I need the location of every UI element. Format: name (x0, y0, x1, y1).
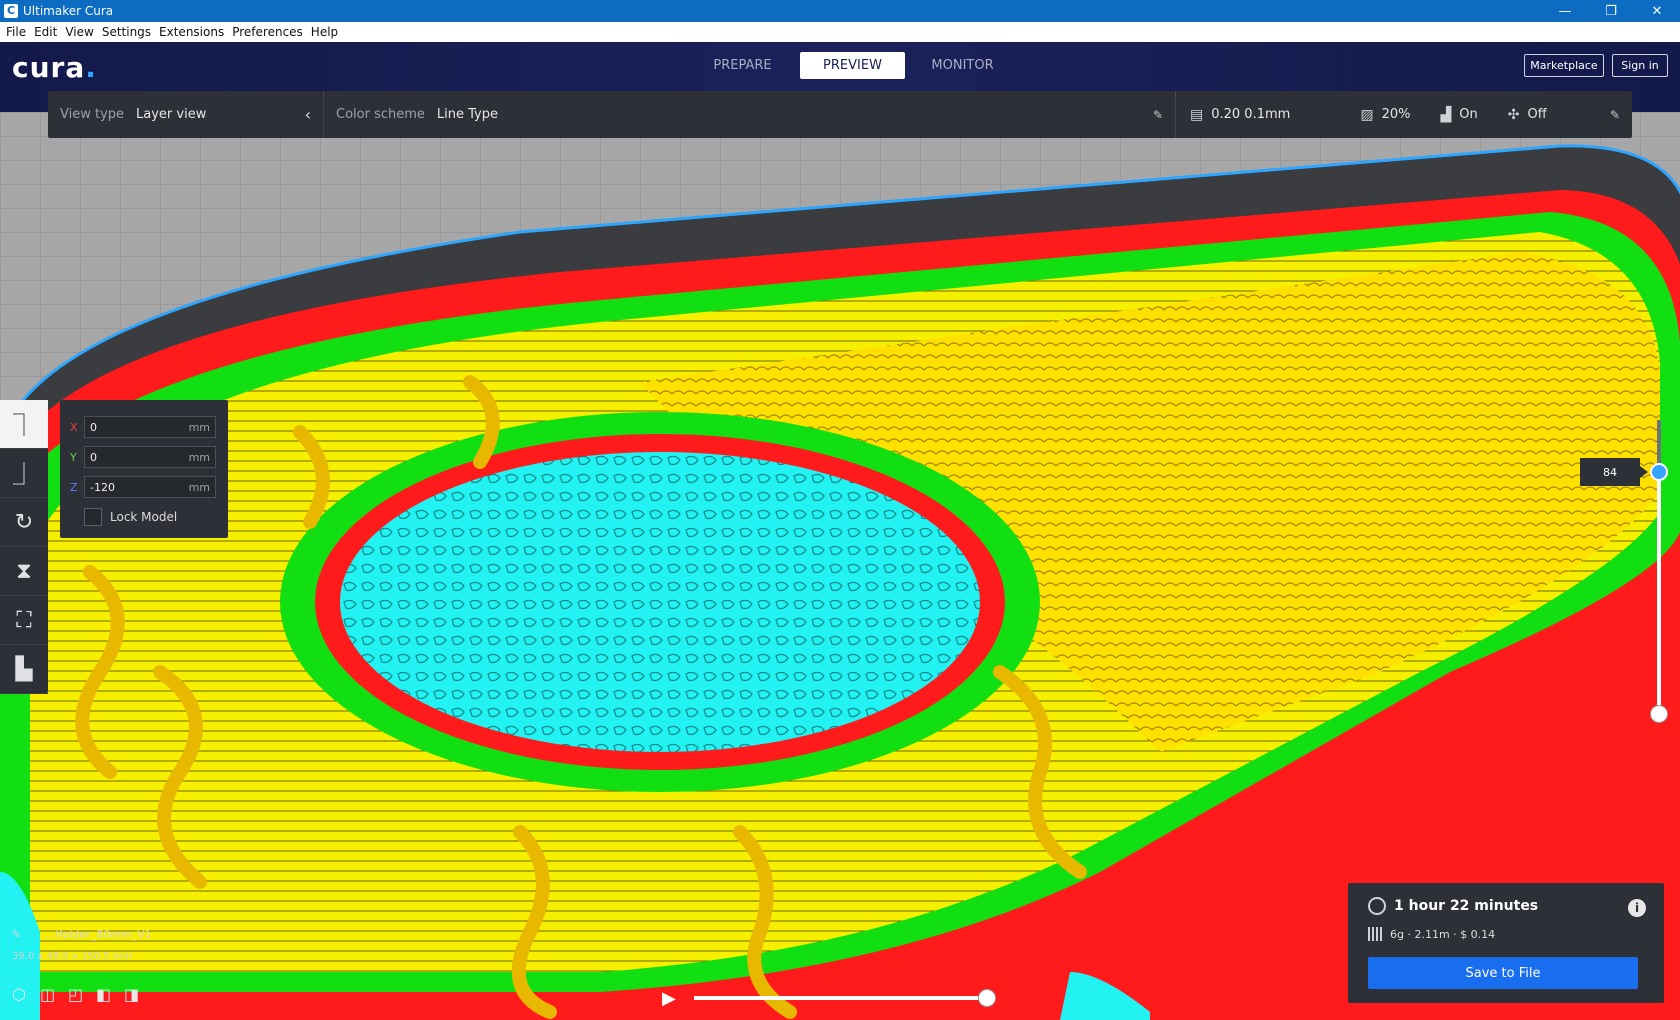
left-view-icon[interactable]: ◧ (96, 985, 124, 1004)
object-dimensions: 39.0 x 48.0 x 150.5 mm (12, 951, 133, 962)
edit-pencil-icon: ✎ (1152, 107, 1163, 122)
y-axis-label: Y (70, 450, 77, 464)
window-title: Ultimaker Cura (23, 4, 114, 18)
adhesion-setting: ✣ Off (1508, 107, 1547, 123)
support-value: On (1459, 107, 1478, 122)
move-tool-panel: X 0 mm Y 0 mm Z -120 mm Lock Model (60, 400, 228, 538)
view-type-label: View type (60, 107, 125, 122)
current-layer-field[interactable]: 84 (1580, 458, 1648, 486)
tool-toolbar: ⏋ ⏌ ↻ ⧗ ⛶ ▙ (0, 400, 48, 694)
object-name: ...lfolder_80mm_V1 (45, 928, 152, 941)
info-icon[interactable]: i (1628, 899, 1646, 917)
color-scheme-label: Color scheme (336, 107, 425, 122)
layer-slider-bottom-handle[interactable] (1650, 705, 1668, 723)
adhesion-icon: ✣ (1507, 106, 1520, 123)
stage-tabs: PREPARE PREVIEW MONITOR (690, 52, 1015, 79)
menu-file[interactable]: File (2, 25, 30, 39)
y-value: 0 (90, 450, 97, 464)
x-axis-label: X (70, 420, 78, 434)
restore-button[interactable]: ❐ (1588, 0, 1634, 22)
z-axis-label: Z (70, 480, 78, 494)
save-to-file-button[interactable]: Save to File (1368, 957, 1638, 989)
print-summary-panel: 1 hour 22 minutes i 6g · 2.11m · $ 0.14 … (1348, 883, 1664, 1003)
close-button[interactable]: ✕ (1634, 0, 1680, 22)
material-stats: 6g · 2.11m · $ 0.14 (1390, 927, 1496, 941)
z-unit: mm (188, 480, 210, 494)
tab-preview[interactable]: PREVIEW (800, 52, 905, 79)
menu-settings[interactable]: Settings (98, 25, 155, 39)
z-value: -120 (90, 480, 115, 494)
infill-icon: ▨ (1360, 106, 1374, 123)
print-settings-selector[interactable]: ▤ 0.20 0.1mm ▨ 20% ▟ On ✣ Off ✎ (1176, 91, 1632, 138)
per-model-settings-icon[interactable]: ⛶ (0, 596, 48, 645)
x-position-field[interactable]: 0 mm (84, 416, 216, 438)
infill-value: 20% (1381, 107, 1411, 122)
spool-icon (1368, 927, 1382, 941)
rotate-tool-icon[interactable]: ↻ (0, 498, 48, 547)
scale-tool-icon[interactable]: ⏌ (0, 449, 48, 498)
edit-settings-pencil-icon: ✎ (1609, 107, 1620, 122)
view-type-value: Layer view (136, 107, 207, 122)
play-icon[interactable]: ▶ (662, 988, 676, 1009)
minimize-button[interactable]: — (1542, 0, 1588, 22)
tab-monitor[interactable]: MONITOR (910, 52, 1015, 79)
z-position-field[interactable]: -120 mm (84, 476, 216, 498)
tab-prepare[interactable]: PREPARE (690, 52, 795, 79)
mirror-tool-icon[interactable]: ⧗ (0, 547, 48, 596)
right-view-icon[interactable]: ◨ (124, 985, 152, 1004)
infill-setting: ▨ 20% (1360, 107, 1410, 123)
support-setting: ▟ On (1440, 107, 1477, 123)
x-value: 0 (90, 420, 97, 434)
path-slider-track[interactable] (694, 996, 988, 1000)
3d-view-icon[interactable]: ⬡ (12, 985, 40, 1004)
front-view-icon[interactable]: ◫ (40, 985, 68, 1004)
layer-slider-top-handle[interactable] (1650, 463, 1668, 481)
profile-icon: ▤ (1190, 106, 1204, 123)
object-info: ✎ ...lfolder_80mm_V1 39.0 x 48.0 x 150.5 … (12, 928, 152, 962)
support-blocker-icon[interactable]: ▙ (0, 645, 48, 694)
move-tool-icon[interactable]: ⏋ (0, 400, 48, 449)
adhesion-value: Off (1527, 107, 1547, 122)
preview-settings-bar: View type Layer view ‹ Color scheme Line… (48, 91, 1632, 138)
pencil-icon[interactable]: ✎ (12, 928, 21, 941)
y-position-field[interactable]: 0 mm (84, 446, 216, 468)
top-view-icon[interactable]: ◰ (68, 985, 96, 1004)
color-scheme-selector[interactable]: Color scheme Line Type ✎ (324, 91, 1176, 138)
menu-edit[interactable]: Edit (30, 25, 61, 39)
view-type-selector[interactable]: View type Layer view ‹ (48, 91, 324, 138)
y-unit: mm (188, 450, 210, 464)
menu-extensions[interactable]: Extensions (155, 25, 228, 39)
support-icon: ▟ (1440, 106, 1452, 123)
x-unit: mm (188, 420, 210, 434)
profile-value: 0.20 0.1mm (1211, 107, 1291, 122)
marketplace-button[interactable]: Marketplace (1524, 54, 1604, 77)
menu-help[interactable]: Help (307, 25, 342, 39)
window-titlebar: C Ultimaker Cura — ❐ ✕ (0, 0, 1680, 22)
signin-button[interactable]: Sign in (1612, 54, 1668, 77)
camera-view-buttons: ⬡ ◫ ◰ ◧ ◨ (12, 985, 152, 1004)
cura-app-icon: C (4, 4, 18, 18)
clock-icon (1368, 897, 1386, 915)
profile-setting: ▤ 0.20 0.1mm (1190, 107, 1290, 123)
cura-logo: cura. (12, 51, 97, 84)
chevron-left-icon: ‹ (304, 105, 311, 124)
path-slider-handle[interactable] (978, 989, 996, 1007)
menu-bar: File Edit View Settings Extensions Prefe… (0, 22, 1680, 42)
lock-model-checkbox[interactable] (84, 508, 102, 526)
menu-preferences[interactable]: Preferences (228, 25, 307, 39)
lock-model-label: Lock Model (110, 510, 178, 524)
color-scheme-value: Line Type (436, 107, 498, 122)
menu-view[interactable]: View (61, 25, 97, 39)
print-time: 1 hour 22 minutes (1394, 898, 1539, 914)
